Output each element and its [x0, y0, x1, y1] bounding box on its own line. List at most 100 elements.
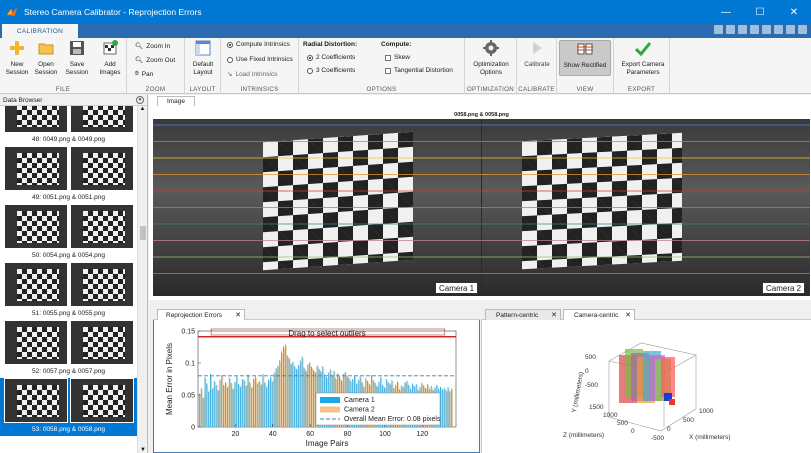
- rectified-image-view[interactable]: Camera 1 Camera 2: [153, 119, 810, 296]
- fixed-intrinsics-label: Use Fixed Intrinsics: [236, 56, 293, 63]
- legend-entry: Camera 2: [344, 407, 375, 414]
- matlab-app-icon: [7, 7, 17, 16]
- three-coefficients-radio[interactable]: 3 Coefficients: [307, 67, 355, 74]
- browser-scrollbar[interactable]: ▲ ▼: [137, 106, 147, 453]
- bar: [242, 380, 244, 427]
- zoom-out-button[interactable]: 🔍︎ Zoom Out: [135, 56, 175, 65]
- image-thumbnail: [70, 204, 134, 249]
- close-button[interactable]: ✕: [777, 0, 811, 24]
- zoom-in-button[interactable]: 🔍︎ Zoom In: [135, 42, 170, 51]
- maximize-button[interactable]: ☐: [743, 0, 777, 24]
- bar: [282, 353, 283, 427]
- bar: [277, 365, 279, 427]
- add-images-button[interactable]: Add Images: [95, 40, 125, 77]
- ribbon: New Session Open Session Save Session Ad…: [0, 38, 811, 94]
- camera-centric-3d-plot[interactable]: Y (millimeters)5000-50015001000500010005…: [481, 321, 811, 451]
- y-tick-label: -500: [585, 382, 598, 389]
- bar: [271, 381, 273, 427]
- close-tab-icon[interactable]: ✕: [551, 310, 557, 321]
- list-item[interactable]: 48: 0049.png & 0049.png: [0, 106, 137, 146]
- tab-camera-centric[interactable]: Camera-centric ✕: [563, 309, 635, 320]
- bar: [272, 380, 274, 427]
- list-item[interactable]: 51: 0055.png & 0055.png: [0, 262, 137, 320]
- load-intrinsics-label: Load Intrinsics: [235, 70, 278, 78]
- help-icon[interactable]: [786, 25, 795, 34]
- bar: [227, 386, 229, 427]
- list-item[interactable]: 52: 0057.png & 0057.png: [0, 320, 137, 378]
- bar: [258, 380, 260, 427]
- checkerboard-pattern: [17, 385, 59, 417]
- skew-checkbox[interactable]: Skew: [385, 54, 410, 61]
- two-coefficients-radio[interactable]: 2 Coefficients: [307, 54, 355, 61]
- ribbon-tab-strip: CALIBRATION: [0, 24, 811, 38]
- zoom-out-icon: 🔍︎: [135, 57, 144, 64]
- reprojection-error-chart[interactable]: Drag to select outliers 0 0.05 0.1 0.15 20 40 6…: [154, 321, 479, 452]
- minimize-button[interactable]: —: [709, 0, 743, 24]
- list-item[interactable]: 53: 0058.png & 0058.png: [0, 378, 137, 436]
- add-images-icon: [103, 40, 118, 55]
- bar: [200, 387, 202, 427]
- tangential-label: Tangential Distortion: [394, 67, 453, 74]
- bar: [451, 388, 453, 427]
- copy-icon[interactable]: [738, 25, 747, 34]
- expand-icon[interactable]: [798, 25, 807, 34]
- bar: [445, 390, 447, 427]
- tab-calibration[interactable]: CALIBRATION: [2, 24, 78, 38]
- fixed-intrinsics-radio[interactable]: Use Fixed Intrinsics: [227, 56, 293, 63]
- bar: [214, 382, 216, 427]
- bar: [279, 359, 281, 427]
- bar: [213, 380, 215, 427]
- load-intrinsics-button[interactable]: ↘ Load Intrinsics: [227, 70, 278, 79]
- radial-distortion-heading: Radial Distortion:: [303, 41, 358, 48]
- bar: [275, 368, 277, 427]
- collapse-icon[interactable]: ▾: [136, 96, 144, 104]
- bar: [234, 381, 236, 427]
- bar: [304, 368, 306, 427]
- options-group-label: OPTIONS: [366, 86, 397, 93]
- bar: [262, 373, 264, 427]
- bar: [245, 386, 247, 427]
- bar: [225, 382, 226, 427]
- bar: [219, 379, 221, 427]
- list-item[interactable]: 49: 0051.png & 0051.png: [0, 146, 137, 204]
- tab-pattern-centric[interactable]: Pattern-centric ✕: [485, 309, 561, 320]
- scrollbar-thumb[interactable]: [140, 226, 146, 240]
- open-session-button[interactable]: Open Session: [32, 40, 60, 77]
- image-thumbnail: [70, 146, 134, 191]
- undo-icon[interactable]: [762, 25, 771, 34]
- paste-icon[interactable]: [750, 25, 759, 34]
- tab-image[interactable]: Image: [157, 96, 195, 106]
- bar: [233, 387, 235, 427]
- close-tab-icon[interactable]: ✕: [625, 310, 631, 321]
- bar: [287, 356, 289, 427]
- compute-intrinsics-radio[interactable]: Compute Intrinsics: [227, 41, 290, 48]
- compute-intrinsics-label: Compute Intrinsics: [236, 41, 290, 48]
- save-session-button[interactable]: Save Session: [61, 40, 93, 77]
- export-parameters-button[interactable]: Export Camera Parameters: [617, 40, 669, 77]
- radio-icon: [227, 41, 233, 48]
- y-axis-label: Y (millimeters): [571, 371, 585, 413]
- bar: [269, 380, 270, 427]
- bar: [264, 382, 266, 427]
- checkerboard-pattern: [83, 269, 125, 301]
- redo-icon[interactable]: [774, 25, 783, 34]
- cut-icon[interactable]: [726, 25, 735, 34]
- list-item[interactable]: 50: 0054.png & 0054.png: [0, 204, 137, 262]
- new-session-button[interactable]: New Session: [3, 40, 31, 77]
- default-layout-button[interactable]: Default Layout: [188, 40, 218, 77]
- bar: [443, 387, 445, 427]
- bar: [203, 396, 205, 427]
- export-group-label: EXPORT: [627, 86, 656, 93]
- close-tab-icon[interactable]: ✕: [235, 310, 241, 321]
- tab-reprojection-errors[interactable]: Reprojection Errors ✕: [157, 309, 245, 320]
- optimization-options-button[interactable]: Optimization Options: [468, 40, 514, 77]
- list-item-label: 53: 0058.png & 0058.png: [31, 426, 105, 433]
- image-pair-list[interactable]: 48: 0049.png & 0049.png 49: 0051.png & 00…: [0, 106, 137, 453]
- tangential-checkbox[interactable]: Tangential Distortion: [385, 67, 453, 74]
- show-rectified-button[interactable]: Show Rectified: [559, 40, 611, 76]
- scroll-up-icon[interactable]: ▲: [138, 106, 147, 112]
- calibrate-button[interactable]: Calibrate: [520, 40, 554, 69]
- scroll-down-icon[interactable]: ▼: [138, 447, 148, 453]
- save-icon[interactable]: [714, 25, 723, 34]
- pan-button[interactable]: ✋︎ Pan: [135, 70, 153, 78]
